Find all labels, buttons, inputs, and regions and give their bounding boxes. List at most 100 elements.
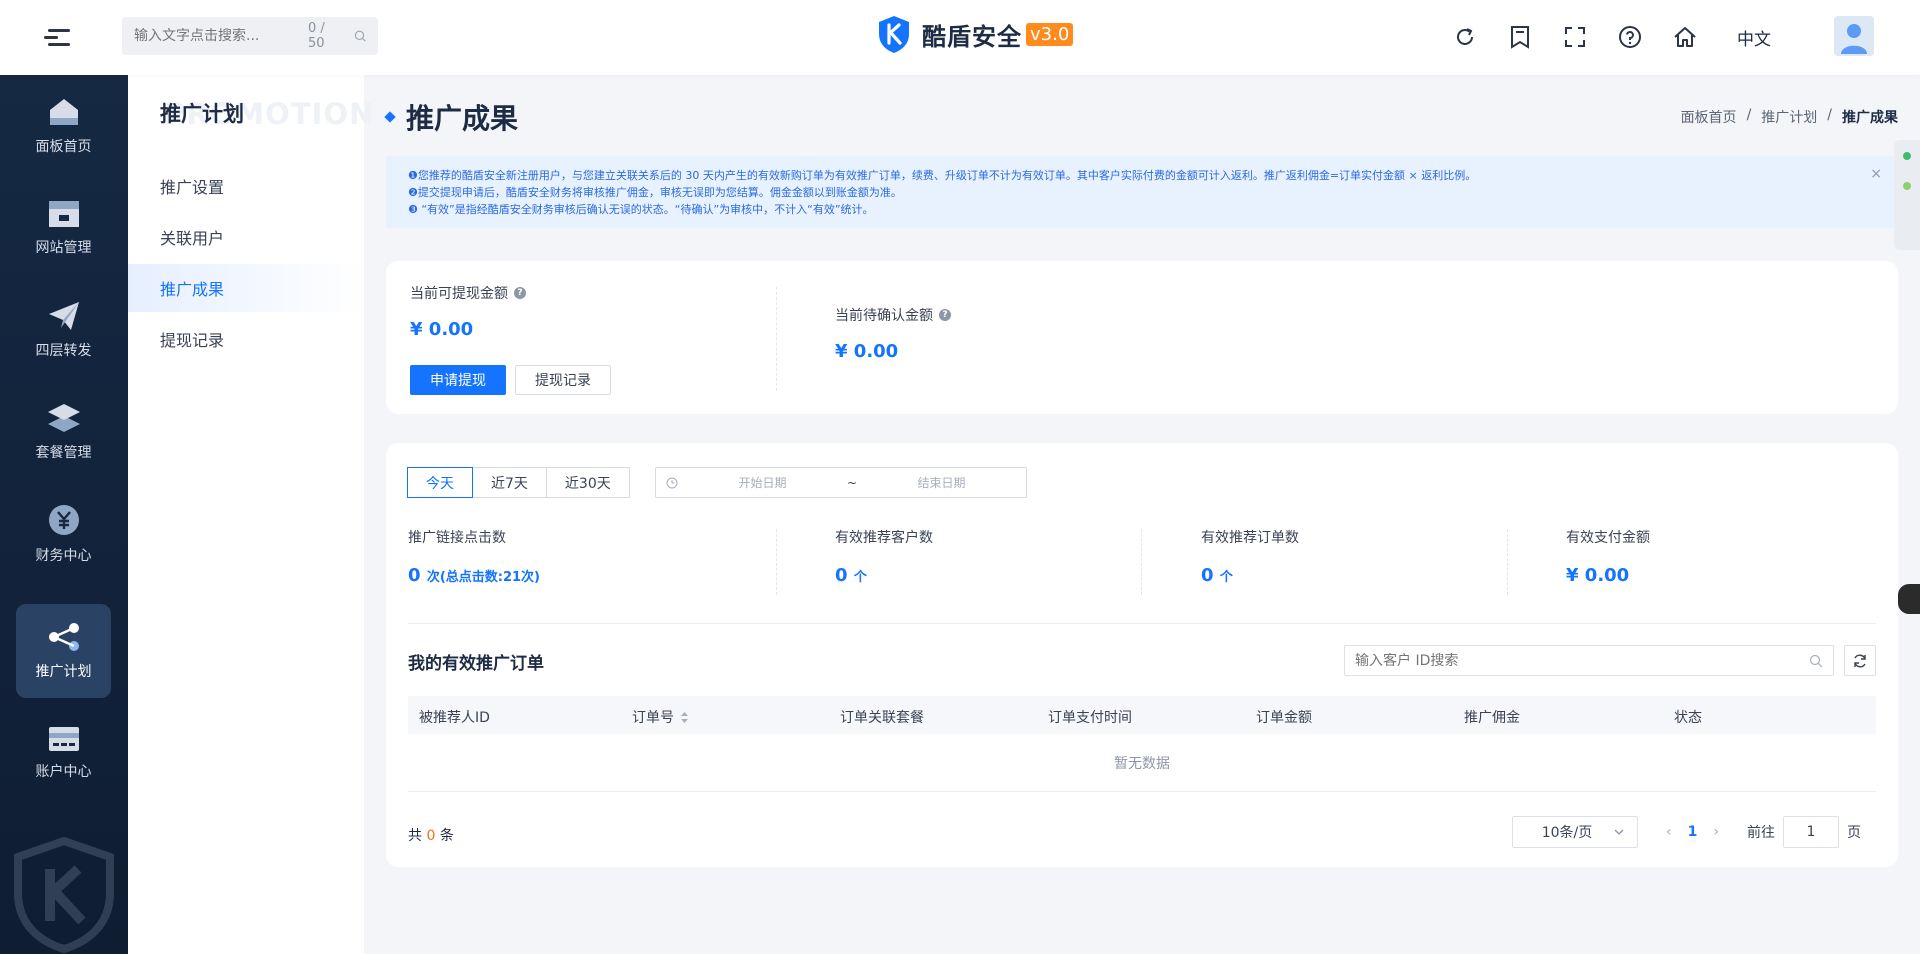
refresh-icon[interactable] xyxy=(1448,20,1482,54)
tab-7days[interactable]: 近7天 xyxy=(472,467,547,498)
share-icon xyxy=(48,623,79,651)
table-refresh-button[interactable] xyxy=(1844,645,1876,676)
stat-orders: 有效推荐订单数 0 个 xyxy=(1201,530,1299,586)
col-order-no[interactable]: 订单号 xyxy=(632,707,689,727)
divider xyxy=(776,529,777,595)
title-marker xyxy=(384,111,396,123)
total-count: 共 0 条 xyxy=(408,828,454,844)
stat-clicks: 推广链接点击数 0 次(总点击数:21次) xyxy=(408,530,540,586)
col-referee-id: 被推荐人ID xyxy=(419,710,490,726)
sidebar-item-forward[interactable]: 四层转发 xyxy=(16,283,111,377)
pagination: 10条/页 ‹ 1 › 前往 页 xyxy=(1512,816,1861,848)
version-badge: v3.0 xyxy=(1026,22,1074,46)
col-commission: 推广佣金 xyxy=(1464,710,1520,726)
sub-sidebar: PROMOTION 推广计划 推广设置 关联用户 推广成果 提现记录 xyxy=(128,75,373,954)
notice-line-1: ❶您推荐的酷盾安全新注册用户，与您建立关联关系后的 30 天内产生的有效新购订单… xyxy=(408,169,1477,182)
end-date[interactable]: 结束日期 xyxy=(857,474,1026,491)
prev-page-icon[interactable]: ‹ xyxy=(1666,824,1672,840)
withdrawable-value: ¥ 0.00 xyxy=(410,319,474,340)
page-number[interactable]: 1 xyxy=(1688,824,1698,840)
withdrawable-label: 当前可提现金额 xyxy=(410,286,508,302)
notice-close-icon[interactable]: × xyxy=(1870,166,1882,183)
date-range-picker[interactable]: 开始日期 ~ 结束日期 xyxy=(655,467,1027,498)
top-header: 0 / 50 酷盾安全 v3.0 中文 xyxy=(0,0,1920,75)
apply-withdraw-button[interactable]: 申请提现 xyxy=(410,365,506,395)
sidebar-item-promotion[interactable]: 推广计划 xyxy=(16,604,111,698)
brand-logo[interactable]: 酷盾安全 v3.0 xyxy=(876,14,1074,54)
col-status: 状态 xyxy=(1674,710,1702,726)
col-pay-time: 订单支付时间 xyxy=(1048,710,1132,726)
divider xyxy=(1507,529,1508,595)
user-icon xyxy=(1841,24,1867,54)
date-separator: ~ xyxy=(846,475,858,490)
website-icon xyxy=(48,201,79,227)
page-size-select[interactable]: 10条/页 xyxy=(1512,816,1638,848)
sub-item-withdraw-records[interactable]: 提现记录 xyxy=(128,315,364,363)
results-card: 今天 近7天 近30天 开始日期 ~ 结束日期 推广链接点击数 0 次(总点击数… xyxy=(386,443,1898,867)
sort-icon[interactable] xyxy=(680,711,689,724)
yuan-icon xyxy=(48,505,79,535)
card-icon xyxy=(48,727,79,751)
sidebar-item-website[interactable]: 网站管理 xyxy=(16,181,111,275)
sub-item-settings[interactable]: 推广设置 xyxy=(128,162,364,210)
table-header: 被推荐人ID 订单号 订单关联套餐 订单支付时间 订单金额 推广佣金 状态 xyxy=(408,696,1876,734)
language-switch[interactable]: 中文 xyxy=(1737,25,1771,50)
pending-value: ¥ 0.00 xyxy=(835,341,899,362)
home-icon[interactable] xyxy=(1668,20,1702,54)
dashboard-icon xyxy=(49,99,78,125)
next-page-icon[interactable]: › xyxy=(1713,824,1719,840)
sub-item-results[interactable]: 推广成果 xyxy=(128,264,364,312)
sidebar-item-dashboard[interactable]: 面板首页 xyxy=(16,79,111,173)
notice-line-3: ❸ “有效”是指经酷盾安全财务审核后确认无误的状态。“待确认”为审核中，不计入“… xyxy=(408,203,874,216)
main-sidebar: 面板首页 网站管理 四层转发 套餐管理 财务中心 推广计划 账户中心 xyxy=(0,75,128,954)
col-amount: 订单金额 xyxy=(1256,710,1312,726)
global-search-input[interactable] xyxy=(134,28,308,44)
avatar[interactable] xyxy=(1834,16,1874,56)
withdrawable-block: 当前可提现金额? ¥ 0.00 xyxy=(410,283,526,340)
sidebar-item-finance[interactable]: 财务中心 xyxy=(16,487,111,581)
breadcrumb-home[interactable]: 面板首页 xyxy=(1681,107,1737,127)
menu-toggle-icon[interactable] xyxy=(42,24,72,52)
tab-today[interactable]: 今天 xyxy=(407,467,473,498)
page-title: 推广成果 xyxy=(384,97,518,137)
goto-suffix: 页 xyxy=(1846,825,1861,841)
pending-label: 当前待确认金额 xyxy=(835,308,933,324)
send-icon xyxy=(48,302,79,330)
floating-assistant-icon[interactable] xyxy=(1898,584,1920,614)
global-search: 0 / 50 xyxy=(122,17,378,55)
sub-item-related-users[interactable]: 关联用户 xyxy=(128,213,364,261)
tab-30days[interactable]: 近30天 xyxy=(545,467,630,498)
withdraw-records-button[interactable]: 提现记录 xyxy=(515,365,611,395)
sidebar-item-packages[interactable]: 套餐管理 xyxy=(16,385,111,479)
breadcrumb-current: 推广成果 xyxy=(1842,110,1898,126)
clock-icon xyxy=(666,477,678,488)
floating-side-widget[interactable] xyxy=(1894,140,1920,250)
refresh-icon xyxy=(1854,654,1866,667)
search-icon[interactable] xyxy=(1809,654,1823,668)
bookmark-icon[interactable] xyxy=(1503,20,1537,54)
search-icon[interactable] xyxy=(354,27,366,45)
help-circle-icon[interactable]: ? xyxy=(514,287,526,299)
help-circle-icon[interactable]: ? xyxy=(939,309,951,321)
empty-state: 暂无数据 xyxy=(408,734,1876,792)
col-package: 订单关联套餐 xyxy=(840,710,924,726)
breadcrumb: 面板首页 / 推广计划 / 推广成果 xyxy=(1680,107,1898,127)
goto-page-input[interactable] xyxy=(1782,816,1839,848)
chevron-down-icon xyxy=(1614,829,1624,835)
notice-line-2: ❷提交提现申请后，酷盾安全财务将审核推广佣金，审核无误即为您结算。佣金金额以到账… xyxy=(408,186,902,199)
sidebar-item-account[interactable]: 账户中心 xyxy=(16,706,111,800)
sub-sidebar-title: 推广计划 xyxy=(160,102,244,126)
start-date[interactable]: 开始日期 xyxy=(678,474,847,491)
range-tabs: 今天 近7天 近30天 xyxy=(407,467,630,498)
pending-block: 当前待确认金额? ¥ 0.00 xyxy=(835,305,951,362)
shield-logo-icon xyxy=(879,16,909,53)
customer-search-input[interactable] xyxy=(1355,652,1809,669)
balance-card: 当前可提现金额? ¥ 0.00 申请提现 提现记录 当前待确认金额? ¥ 0.0… xyxy=(386,261,1898,414)
help-icon[interactable] xyxy=(1613,20,1647,54)
fullscreen-icon[interactable] xyxy=(1558,20,1592,54)
layers-icon xyxy=(47,404,80,432)
breadcrumb-promotion[interactable]: 推广计划 xyxy=(1761,107,1817,127)
search-count: 0 / 50 xyxy=(308,21,325,51)
shield-watermark-icon xyxy=(14,837,114,953)
divider xyxy=(776,287,777,391)
